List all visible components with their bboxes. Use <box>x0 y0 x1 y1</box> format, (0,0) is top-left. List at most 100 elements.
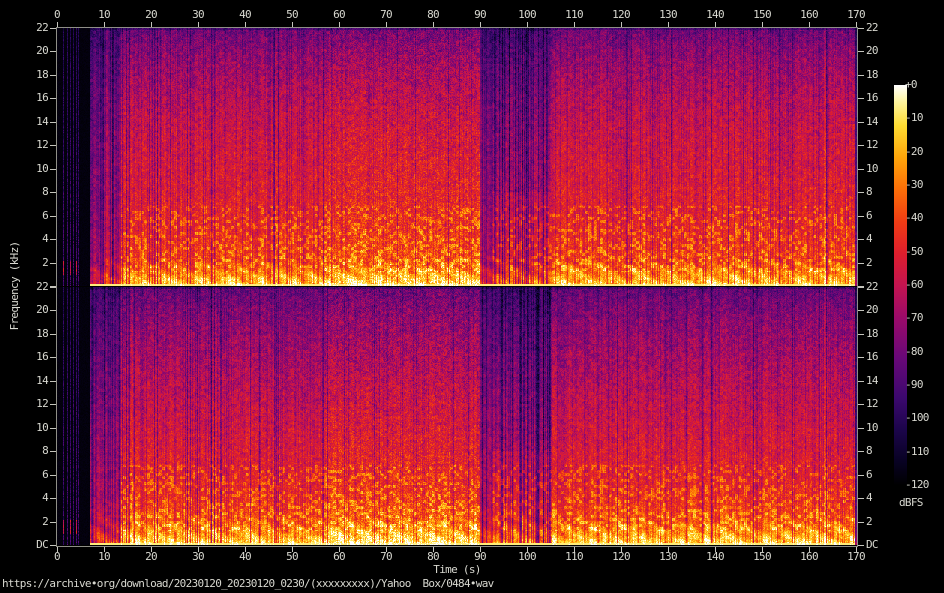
time-tick-label: 110 <box>565 9 583 21</box>
freq-tick-label: 10 <box>20 422 48 434</box>
freq-tick-label: 22 <box>866 281 878 293</box>
freq-tick-label: DC <box>866 539 878 551</box>
time-tick <box>198 22 199 27</box>
freq-tick <box>50 522 56 523</box>
time-tick-label: 20 <box>145 9 157 21</box>
colorbar-tick-label: -60 <box>905 279 923 291</box>
freq-tick-label: 2 <box>866 257 872 269</box>
freq-tick <box>858 239 864 240</box>
freq-tick <box>858 263 864 264</box>
freq-tick <box>50 122 56 123</box>
colorbar-tick-label: -70 <box>905 312 923 324</box>
freq-tick <box>50 263 56 264</box>
time-tick-label: 30 <box>192 9 204 21</box>
freq-tick <box>50 287 56 288</box>
freq-tick <box>50 357 56 358</box>
freq-tick-label: 2 <box>20 257 48 269</box>
colorbar-tick-label: -120 <box>905 479 929 491</box>
freq-tick-label: 22 <box>20 22 48 34</box>
time-tick-label: 150 <box>753 9 771 21</box>
freq-tick-label: 16 <box>20 92 48 104</box>
colorbar-tick-label: -30 <box>905 179 923 191</box>
spectrogram-channel-2 <box>57 287 857 545</box>
time-tick <box>104 22 105 27</box>
time-tick-label: 60 <box>333 551 345 563</box>
freq-tick-label: 10 <box>20 163 48 175</box>
colorbar-tick-label: -100 <box>905 412 929 424</box>
time-tick-label: 120 <box>612 551 630 563</box>
freq-tick-label: 8 <box>20 186 48 198</box>
freq-tick-label: 16 <box>866 351 878 363</box>
spectrogram-channel-1 <box>57 28 857 286</box>
freq-tick <box>858 192 864 193</box>
spectrogram-screenshot: Frequency (kHz) 001010202030304040505060… <box>0 0 944 593</box>
time-tick-label: 160 <box>800 551 818 563</box>
freq-tick <box>50 28 56 29</box>
time-tick <box>433 22 434 27</box>
time-tick <box>527 22 528 27</box>
freq-tick-label: 20 <box>20 304 48 316</box>
freq-tick-label: 18 <box>20 69 48 81</box>
time-tick <box>386 22 387 27</box>
time-tick-label: 170 <box>847 551 865 563</box>
time-tick-label: 150 <box>753 551 771 563</box>
time-tick-label: 60 <box>333 9 345 21</box>
time-tick-label: 0 <box>54 9 60 21</box>
freq-tick <box>858 428 864 429</box>
time-tick-label: 70 <box>380 9 392 21</box>
time-tick <box>621 22 622 27</box>
freq-tick <box>858 522 864 523</box>
freq-tick <box>50 192 56 193</box>
freq-tick-label: 6 <box>20 469 48 481</box>
colorbar-tick-label: -80 <box>905 346 923 358</box>
freq-tick-label: 4 <box>866 233 872 245</box>
freq-tick-label: 4 <box>20 492 48 504</box>
time-tick-label: 130 <box>659 9 677 21</box>
freq-tick <box>858 357 864 358</box>
freq-tick-label: 12 <box>20 398 48 410</box>
time-tick <box>480 22 481 27</box>
freq-tick <box>858 287 864 288</box>
freq-tick-label: 8 <box>866 445 872 457</box>
time-tick-label: 90 <box>474 9 486 21</box>
freq-tick <box>50 404 56 405</box>
time-tick <box>856 22 857 27</box>
freq-tick-label: 12 <box>866 398 878 410</box>
freq-tick <box>858 145 864 146</box>
time-tick-label: 90 <box>474 551 486 563</box>
time-tick-label: 30 <box>192 551 204 563</box>
freq-tick <box>50 216 56 217</box>
freq-tick <box>50 451 56 452</box>
time-tick-label: 80 <box>427 9 439 21</box>
freq-tick <box>50 334 56 335</box>
time-tick <box>292 22 293 27</box>
freq-tick-label: 4 <box>20 233 48 245</box>
time-tick <box>668 22 669 27</box>
time-tick <box>339 22 340 27</box>
freq-tick <box>50 381 56 382</box>
freq-tick-label: 14 <box>20 116 48 128</box>
time-tick-label: 100 <box>518 551 536 563</box>
freq-tick-label: 22 <box>20 281 48 293</box>
freq-tick <box>858 498 864 499</box>
freq-tick-label: 12 <box>866 139 878 151</box>
freq-tick-label: 18 <box>866 328 878 340</box>
freq-tick-label: 16 <box>20 351 48 363</box>
time-tick-label: 160 <box>800 9 818 21</box>
freq-tick-label: 6 <box>20 210 48 222</box>
freq-tick <box>858 451 864 452</box>
x-axis-title: Time (s) <box>433 564 480 576</box>
freq-tick-label: 18 <box>866 69 878 81</box>
freq-tick <box>50 475 56 476</box>
time-tick-label: 120 <box>612 9 630 21</box>
freq-tick <box>858 98 864 99</box>
colorbar-tick-label: +0 <box>905 79 917 91</box>
time-tick-label: 20 <box>145 551 157 563</box>
freq-tick-label: 8 <box>20 445 48 457</box>
freq-tick <box>858 334 864 335</box>
freq-tick <box>858 404 864 405</box>
freq-tick-label: DC <box>20 539 48 551</box>
colorbar-tick-label: -50 <box>905 246 923 258</box>
freq-tick-label: 14 <box>866 116 878 128</box>
time-tick-label: 80 <box>427 551 439 563</box>
